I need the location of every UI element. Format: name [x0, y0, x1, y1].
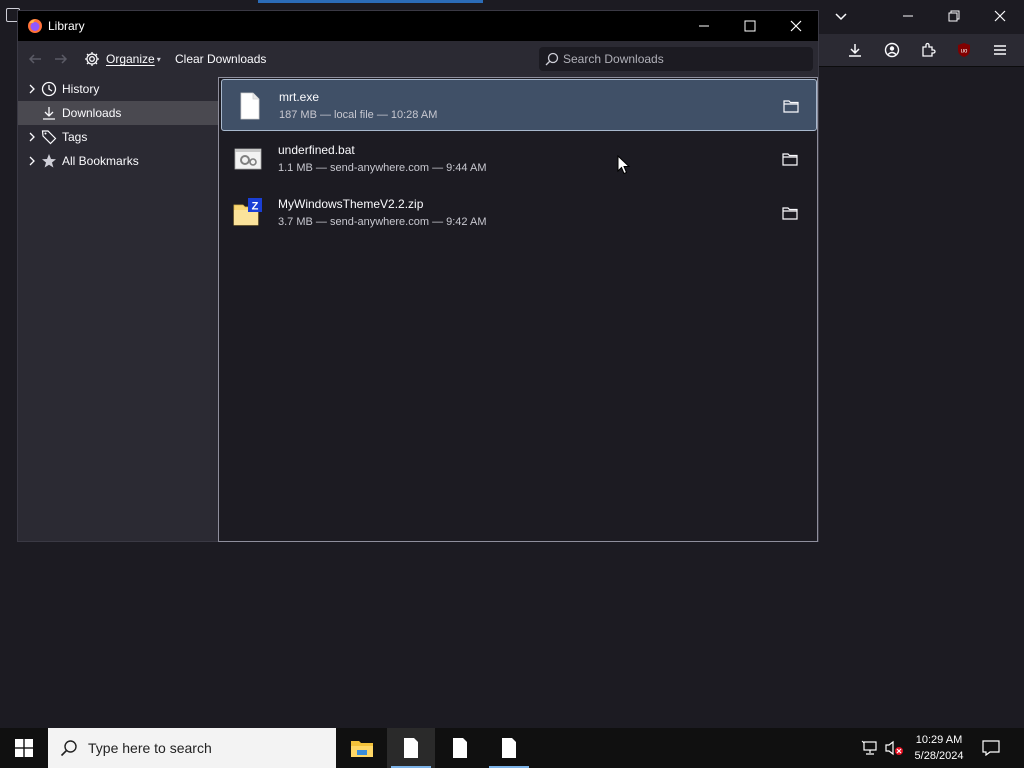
sidebar-item-label: Tags [62, 130, 88, 144]
sidebar-item-downloads[interactable]: Downloads [18, 101, 218, 125]
zip-file-icon: Z [233, 198, 262, 226]
minimize-button[interactable] [681, 11, 727, 41]
windows-logo-icon [15, 739, 33, 757]
network-icon[interactable] [860, 738, 880, 758]
firefox-logo-icon [28, 19, 42, 33]
bat-file-icon [234, 148, 262, 170]
open-folder-icon[interactable] [782, 206, 798, 220]
taskbar-clock[interactable]: 10:29 AM 5/28/2024 [904, 732, 974, 764]
download-filename: mrt.exe [279, 90, 320, 104]
svg-text:uo: uo [961, 49, 968, 55]
download-icon [43, 107, 55, 120]
account-icon[interactable] [880, 38, 904, 62]
forward-button[interactable] [52, 50, 70, 68]
minimize-icon [699, 25, 709, 27]
close-button[interactable] [773, 11, 819, 41]
browser-minimize-icon[interactable] [898, 6, 918, 26]
file-icon [404, 738, 418, 758]
download-filename: underfined.bat [278, 143, 355, 157]
download-details: 3.7 MB — send-anywhere.com — 9:42 AM [278, 216, 487, 228]
sidebar-item-label: History [62, 82, 100, 96]
chevron-right-icon[interactable] [27, 132, 37, 142]
clock-icon [41, 81, 57, 97]
volume-muted-icon[interactable] [884, 738, 904, 758]
star-icon [42, 154, 56, 168]
download-details: 187 MB — local file — 10:28 AM [279, 109, 438, 121]
gear-icon [85, 52, 99, 66]
windows-taskbar: Type here to search 10:29 AM 5/28/2024 [0, 728, 1024, 768]
download-row[interactable]: underfined.bat 1.1 MB — send-anywhere.co… [221, 133, 817, 185]
sidebar-item-history[interactable]: History [18, 77, 218, 101]
notepad-taskbar-button-3[interactable] [485, 728, 533, 768]
open-folder-icon[interactable] [783, 99, 799, 113]
search-downloads-input[interactable] [563, 50, 803, 68]
svg-text:Z: Z [252, 201, 259, 213]
sidebar-item-label: Downloads [62, 106, 122, 120]
extensions-icon[interactable] [916, 38, 940, 62]
search-box[interactable] [539, 47, 813, 71]
download-details: 1.1 MB — send-anywhere.com — 9:44 AM [278, 162, 487, 174]
browser-restore-icon[interactable] [944, 6, 964, 26]
taskbar-search-placeholder: Type here to search [88, 740, 212, 756]
tag-icon [41, 130, 57, 145]
notepad-taskbar-button-2[interactable] [436, 728, 484, 768]
notification-icon [982, 740, 1000, 756]
file-explorer-taskbar-button[interactable] [338, 728, 386, 768]
search-icon [545, 52, 559, 66]
notepad-taskbar-button-1[interactable] [387, 728, 435, 768]
download-filename: MyWindowsThemeV2.2.zip [278, 197, 424, 211]
organize-button[interactable]: Organize ▾ [84, 50, 161, 68]
file-icon [453, 738, 467, 758]
notification-center-button[interactable] [980, 737, 1002, 759]
library-titlebar[interactable]: Library [18, 11, 818, 41]
toolbar-border [818, 66, 1024, 67]
chevron-down-icon: ▾ [156, 54, 161, 64]
file-explorer-icon [351, 741, 373, 757]
organize-label: Organize [106, 52, 155, 66]
close-icon [790, 20, 802, 32]
window-title: Library [48, 19, 85, 33]
chevron-right-icon[interactable] [27, 84, 37, 94]
back-arrow-icon [28, 54, 41, 64]
back-button[interactable] [26, 50, 44, 68]
sidebar-item-all-bookmarks[interactable]: All Bookmarks [18, 149, 218, 173]
maximize-button[interactable] [727, 11, 773, 41]
tab-list-chevron-icon[interactable] [833, 8, 849, 24]
download-row[interactable]: mrt.exe 187 MB — local file — 10:28 AM [221, 79, 817, 131]
active-tab-indicator [258, 0, 483, 3]
open-folder-icon[interactable] [782, 152, 798, 166]
ublock-icon[interactable]: uo [952, 38, 976, 62]
library-window: Library Organize ▾ Clear Downloads Searc… [17, 10, 819, 542]
forward-arrow-icon [55, 54, 68, 64]
library-sidebar: History Downloads Tags All Bookmarks [18, 77, 218, 541]
file-icon [502, 738, 516, 758]
clock-date: 5/28/2024 [914, 750, 964, 762]
browser-close-icon[interactable] [990, 6, 1010, 26]
maximize-icon [744, 20, 756, 32]
taskbar-search-box[interactable]: Type here to search [48, 728, 336, 768]
app-menu-icon[interactable] [988, 38, 1012, 62]
clock-time: 10:29 AM [915, 734, 963, 746]
sidebar-item-tags[interactable]: Tags [18, 125, 218, 149]
library-toolbar: Organize ▾ Clear Downloads [18, 41, 818, 77]
search-icon [60, 740, 77, 757]
downloads-list: mrt.exe 187 MB — local file — 10:28 AM u… [218, 77, 818, 542]
downloads-toolbar-icon[interactable] [843, 38, 867, 62]
download-row[interactable]: Z MyWindowsThemeV2.2.zip 3.7 MB — send-a… [221, 187, 817, 239]
chevron-right-icon[interactable] [27, 156, 37, 166]
mouse-cursor-icon [617, 155, 631, 175]
sidebar-item-label: All Bookmarks [62, 154, 139, 168]
exe-file-icon [240, 92, 260, 120]
clear-downloads-button[interactable]: Clear Downloads [175, 52, 266, 66]
start-button[interactable] [0, 728, 48, 768]
